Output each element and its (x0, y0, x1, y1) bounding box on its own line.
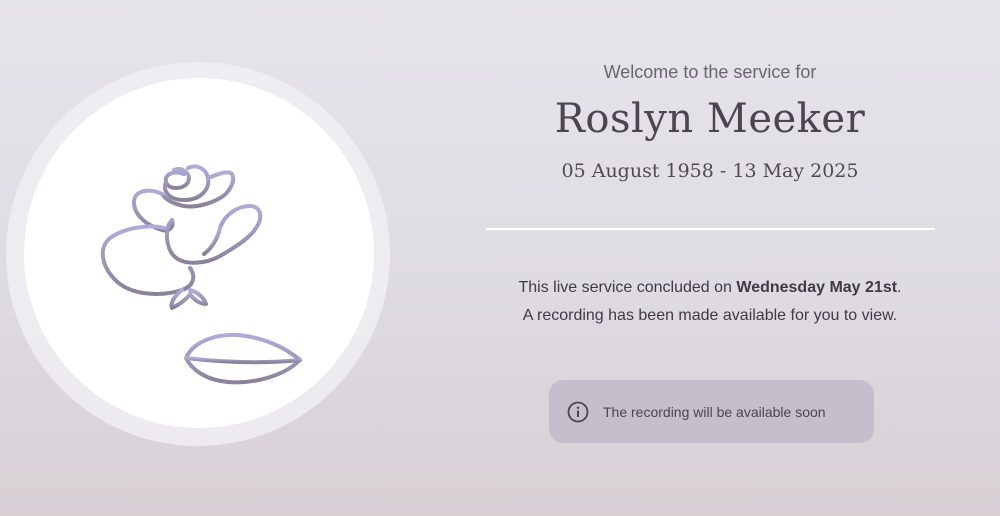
message-line-1-prefix: This live service concluded on (518, 279, 737, 296)
rose-line-art-icon (100, 92, 302, 412)
message-line-1: This live service concluded on Wednesday… (470, 274, 950, 302)
message-line-2: A recording has been made available for … (522, 307, 898, 324)
divider (486, 228, 935, 230)
deceased-name: Roslyn Meeker (554, 96, 866, 142)
service-message: This live service concluded on Wednesday… (470, 274, 950, 330)
message-line-1-suffix: . (897, 279, 902, 296)
recording-notice: The recording will be available soon (549, 380, 874, 443)
recording-notice-text: The recording will be available soon (603, 403, 826, 420)
info-icon (567, 401, 589, 423)
memorial-photo (24, 78, 374, 428)
service-concluded-date: Wednesday May 21st (736, 279, 898, 296)
welcome-text: Welcome to the service for (603, 62, 817, 82)
life-dates: 05 August 1958 - 13 May 2025 (561, 160, 859, 182)
